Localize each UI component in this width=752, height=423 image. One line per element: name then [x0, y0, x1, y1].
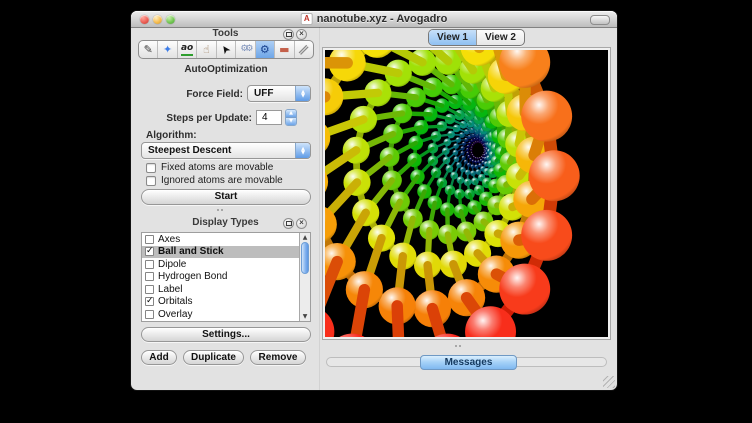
- float-icon: [286, 221, 292, 226]
- display-type-label: Ball and Stick: [158, 246, 224, 257]
- minimize-window-button[interactable]: [153, 15, 162, 24]
- zmatrix-tool-button[interactable]: ∥: [295, 41, 313, 58]
- select-tool-icon: ➤: [219, 43, 233, 57]
- display-type-label: Axes: [158, 234, 180, 245]
- title-bar[interactable]: A nanotube.xyz - Avogadro: [131, 11, 617, 28]
- start-button[interactable]: Start: [141, 189, 311, 205]
- fixed-atoms-label: Fixed atoms are movable: [161, 162, 273, 174]
- checkbox[interactable]: [145, 260, 154, 269]
- stepper-down-icon[interactable]: ▼: [286, 118, 296, 125]
- zmatrix-tool-icon: ∥: [298, 44, 310, 56]
- draw-tool-button[interactable]: ✎: [139, 41, 158, 58]
- checkbox[interactable]: ✓: [145, 297, 154, 306]
- display-type-row[interactable]: Axes: [142, 233, 310, 246]
- algorithm-label: Algorithm:: [146, 130, 246, 142]
- display-type-row[interactable]: Dipole: [142, 258, 310, 271]
- checkbox[interactable]: [145, 285, 154, 294]
- ignored-atoms-checkbox-row[interactable]: Ignored atoms are movable: [146, 175, 283, 187]
- display-panel-close-button[interactable]: ×: [296, 218, 307, 229]
- settings-button[interactable]: Settings...: [141, 327, 311, 342]
- steps-per-update-label: Steps per Update:: [138, 113, 252, 125]
- force-field-value: UFF: [248, 88, 295, 100]
- display-type-label: Dipole: [158, 259, 186, 270]
- display-type-label: Label: [158, 284, 182, 295]
- toolbar-toggle-capsule[interactable]: [590, 15, 610, 25]
- window-title: nanotube.xyz - Avogadro: [317, 13, 448, 25]
- hand-tool-button[interactable]: ☝: [197, 41, 216, 58]
- algorithm-popup[interactable]: Steepest Descent ▲▼: [141, 142, 311, 159]
- checkbox[interactable]: [145, 310, 154, 319]
- view-tab-bar: View 1 View 2: [428, 29, 525, 46]
- tools-toolbar: ✎✦ao☝➤⚙⚙⚙▬∥: [138, 40, 314, 59]
- scroll-up-icon[interactable]: ▲: [300, 234, 310, 241]
- messages-splitter-handle[interactable]: [455, 345, 461, 347]
- nanotube-render: [325, 50, 608, 337]
- document-icon: A: [301, 13, 313, 25]
- algorithm-value: Steepest Descent: [142, 145, 295, 157]
- hand-tool-icon: ☝: [203, 44, 210, 55]
- zoom-window-button[interactable]: [166, 15, 175, 24]
- popup-arrows-icon: ▲▼: [295, 143, 310, 158]
- scrollbar-thumb[interactable]: [301, 242, 309, 274]
- display-type-row[interactable]: Hydrogen Bond: [142, 271, 310, 284]
- steps-stepper[interactable]: ▲ ▼: [285, 109, 297, 126]
- close-window-button[interactable]: [140, 15, 149, 24]
- stepper-up-icon[interactable]: ▲: [286, 110, 296, 118]
- measure-tool-button[interactable]: ▬: [275, 41, 294, 58]
- checkbox[interactable]: ✓: [145, 247, 154, 256]
- autooptimization-title: AutoOptimization: [138, 64, 314, 76]
- checkbox[interactable]: [146, 163, 156, 173]
- navigate-tool-button[interactable]: ✦: [158, 41, 177, 58]
- autooptimize-tool-button[interactable]: ⚙: [256, 41, 275, 58]
- checkbox[interactable]: [146, 176, 156, 186]
- display-type-label: Orbitals: [158, 296, 192, 307]
- close-icon: ×: [299, 219, 304, 227]
- label-tool-icon: ao: [181, 43, 193, 56]
- autooptimize-tool-icon: ⚙: [260, 44, 270, 55]
- display-type-row[interactable]: Overlay: [142, 308, 310, 321]
- draw-tool-icon: ✎: [144, 44, 153, 55]
- display-type-row[interactable]: ✓ Ball and Stick: [142, 246, 310, 259]
- resize-grip-icon[interactable]: [603, 376, 615, 388]
- avogadro-window: A nanotube.xyz - Avogadro Tools × ✎✦ao☝➤…: [131, 11, 617, 390]
- display-types-list[interactable]: Axes ✓ Ball and Stick DipoleHydrogen Bond La…: [141, 232, 311, 322]
- tab-view-1[interactable]: View 1: [429, 30, 476, 45]
- dock-splitter-handle[interactable]: [217, 209, 223, 211]
- list-scrollbar[interactable]: ▲ ▼: [299, 233, 310, 321]
- display-type-label: Hydrogen Bond: [158, 271, 228, 282]
- messages-button[interactable]: Messages: [420, 355, 517, 370]
- window-title-group: A nanotube.xyz - Avogadro: [301, 13, 448, 25]
- checkbox[interactable]: [145, 235, 154, 244]
- measure-tool-icon: ▬: [279, 44, 289, 55]
- fixed-atoms-checkbox-row[interactable]: Fixed atoms are movable: [146, 162, 273, 174]
- remove-button[interactable]: Remove: [250, 350, 306, 365]
- tab-view-2[interactable]: View 2: [476, 30, 524, 45]
- tools-panel-float-button[interactable]: [283, 29, 294, 40]
- add-button[interactable]: Add: [141, 350, 177, 365]
- duplicate-button[interactable]: Duplicate: [183, 350, 244, 365]
- select-tool-button[interactable]: ➤: [217, 41, 236, 58]
- bond-centric-tool-button[interactable]: ⚙⚙: [236, 41, 255, 58]
- gl-viewport-frame: [322, 47, 611, 340]
- popup-arrows-icon: ▲▼: [295, 86, 310, 101]
- float-icon: [286, 32, 292, 37]
- display-panel-float-button[interactable]: [283, 218, 294, 229]
- label-tool-button[interactable]: ao: [178, 41, 197, 58]
- checkbox[interactable]: [145, 272, 154, 281]
- navigate-tool-icon: ✦: [163, 44, 172, 55]
- display-type-row[interactable]: ✓ Orbitals: [142, 296, 310, 309]
- scroll-down-icon[interactable]: ▼: [300, 313, 310, 320]
- gl-viewport[interactable]: [325, 50, 608, 337]
- bond-centric-tool-icon: ⚙⚙: [240, 44, 250, 55]
- steps-per-update-field[interactable]: 4: [256, 110, 282, 125]
- force-field-label: Force Field:: [138, 89, 243, 101]
- close-icon: ×: [299, 30, 304, 38]
- force-field-popup[interactable]: UFF ▲▼: [247, 85, 311, 102]
- display-type-label: Overlay: [158, 309, 192, 320]
- tools-panel-close-button[interactable]: ×: [296, 29, 307, 40]
- display-type-row[interactable]: Label: [142, 283, 310, 296]
- ignored-atoms-label: Ignored atoms are movable: [161, 175, 283, 187]
